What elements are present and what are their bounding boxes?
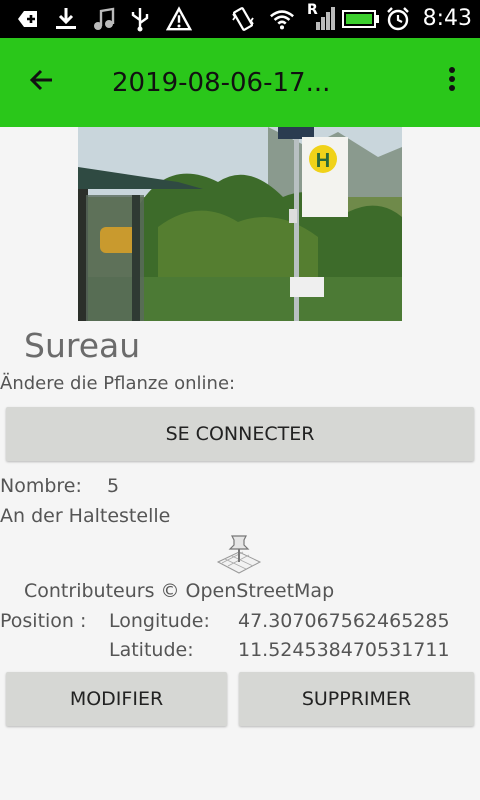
roaming-indicator: R [307, 2, 318, 18]
connect-button[interactable]: SE CONNECTER [6, 407, 474, 461]
latitude-label: Latitude: [109, 639, 194, 661]
count-label: Nombre: [0, 475, 82, 497]
plant-name: Sureau [24, 326, 141, 365]
music-icon [90, 6, 116, 32]
more-vert-icon [449, 67, 455, 91]
svg-text:H: H [316, 150, 330, 172]
warning-icon [166, 6, 192, 32]
status-bar: R 8:43 [0, 0, 480, 38]
edit-button[interactable]: MODIFIER [6, 672, 227, 726]
map-pin-icon[interactable] [216, 530, 262, 574]
battery-icon [342, 6, 380, 32]
arrow-back-icon [29, 69, 52, 91]
position-label: Position : [0, 610, 87, 632]
longitude-label: Longitude: [109, 610, 210, 632]
wifi-icon [269, 6, 295, 32]
alarm-icon [385, 6, 411, 32]
app-toolbar: 2019-08-06-17... [0, 38, 480, 127]
add-notification-icon [14, 6, 40, 32]
status-time: 8:43 [422, 6, 472, 31]
signal-icon: R [306, 2, 336, 32]
download-icon [53, 6, 79, 32]
vibrate-icon [230, 6, 256, 32]
change-online-label: Ändere die Pflanze online: [0, 373, 236, 394]
plant-photo[interactable]: H [78, 127, 402, 321]
more-options-button[interactable] [444, 64, 460, 100]
delete-button[interactable]: SUPPRIMER [239, 672, 474, 726]
count-value: 5 [107, 475, 120, 497]
latitude-value: 11.524538470531711 [238, 639, 450, 661]
longitude-value: 47.307067562465285 [238, 610, 450, 632]
usb-icon [127, 6, 153, 32]
location-description: An der Haltestelle [0, 505, 171, 527]
osm-credit: Contributeurs © OpenStreetMap [24, 580, 335, 602]
back-button[interactable] [22, 60, 62, 100]
page-title: 2019-08-06-17... [112, 68, 331, 98]
